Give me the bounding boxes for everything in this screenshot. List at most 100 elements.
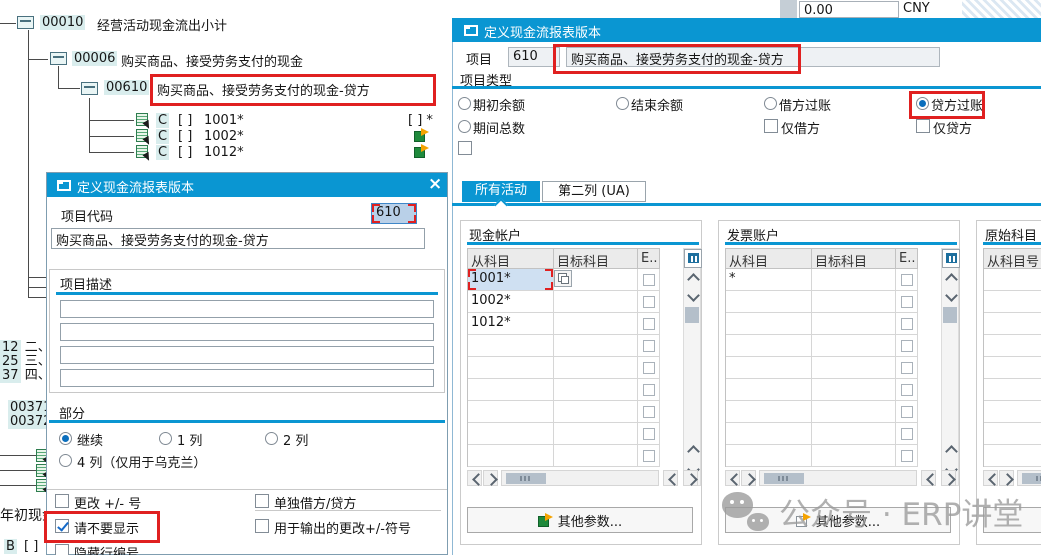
tab-second-column-ua[interactable]: 第二列 (UA): [542, 181, 646, 202]
checkbox-only-debit[interactable]: [764, 119, 778, 133]
table-row[interactable]: [468, 445, 660, 467]
row-checkbox[interactable]: [643, 428, 655, 440]
table-row[interactable]: [984, 379, 1041, 401]
checkbox-do-not-display[interactable]: [55, 519, 69, 533]
radio-label[interactable]: 贷方过账: [931, 95, 983, 114]
table-row[interactable]: [984, 445, 1041, 467]
description-input-2[interactable]: [60, 323, 434, 341]
radio-4-columns[interactable]: [59, 454, 72, 467]
leaf-value[interactable]: 1012*: [204, 145, 244, 160]
radio-credit-posting[interactable]: [916, 97, 929, 110]
column-header[interactable]: E..: [638, 249, 660, 269]
row-checkbox[interactable]: [643, 296, 655, 308]
row-checkbox[interactable]: [643, 318, 655, 330]
description-input-3[interactable]: [60, 346, 434, 364]
panel-titlebar[interactable]: 定义现金流报表版本: [452, 18, 1041, 42]
table-settings-icon[interactable]: [684, 249, 702, 268]
radio-label[interactable]: 期初余额: [473, 95, 525, 114]
row-checkbox[interactable]: [643, 384, 655, 396]
row-checkbox[interactable]: [901, 296, 913, 308]
row-checkbox[interactable]: [643, 406, 655, 418]
vertical-scrollbar[interactable]: [683, 248, 701, 486]
scroll-down-icon[interactable]: [687, 289, 700, 302]
column-header[interactable]: 从科目号: [984, 249, 1041, 269]
item-code-field[interactable]: 610: [508, 47, 560, 67]
checkbox-label[interactable]: 用于输出的更改+/-符号: [274, 518, 411, 537]
description-input-1[interactable]: [60, 300, 434, 318]
checkbox-label[interactable]: 更改 +/- 号: [74, 493, 141, 512]
item-text-field[interactable]: 购买商品、接受劳务支付的现金-贷方: [566, 47, 940, 67]
scrollbar-thumb[interactable]: [685, 307, 699, 323]
checkbox-hide-row-numbers[interactable]: [55, 544, 69, 555]
table-row[interactable]: 1001*: [468, 269, 660, 291]
folder-icon[interactable]: [17, 16, 34, 29]
radio-label[interactable]: 1 列: [177, 430, 202, 449]
table-row[interactable]: [984, 357, 1041, 379]
radio-label[interactable]: 4 列（仅用于乌克兰）: [77, 452, 206, 471]
checkbox-unlabeled[interactable]: [458, 141, 472, 155]
tree-node-label[interactable]: 经营活动现金流出小计: [97, 15, 227, 34]
scroll-right-icon[interactable]: [1001, 473, 1014, 486]
scrollbar-thumb[interactable]: [1022, 473, 1041, 484]
scroll-left-icon[interactable]: [668, 473, 681, 486]
radio-closing-balance[interactable]: [616, 97, 629, 110]
multi-select-button[interactable]: [554, 270, 572, 287]
table-icon[interactable]: [136, 145, 148, 158]
column-header[interactable]: 从科目: [726, 249, 812, 269]
scroll-up-icon[interactable]: [687, 445, 700, 458]
horizontal-scrollbar[interactable]: [983, 470, 1041, 486]
table-settings-icon[interactable]: [942, 249, 960, 268]
column-header[interactable]: E..: [896, 249, 918, 269]
radio-label[interactable]: 2 列: [283, 430, 308, 449]
table-icon[interactable]: [136, 129, 148, 142]
checkbox-change-sign[interactable]: [55, 494, 69, 508]
table-row[interactable]: [726, 379, 918, 401]
row-checkbox[interactable]: [643, 450, 655, 462]
radio-label[interactable]: 继续: [77, 430, 103, 449]
radio-continue[interactable]: [59, 432, 72, 445]
table-row[interactable]: 1002*: [468, 291, 660, 313]
scroll-right-icon[interactable]: [943, 473, 956, 486]
item-code-input[interactable]: 610: [371, 203, 417, 224]
folder-icon[interactable]: [50, 52, 67, 65]
table-row[interactable]: [984, 313, 1041, 335]
dialog-titlebar[interactable]: 定义现金流报表版本 ×: [47, 173, 447, 197]
horizontal-scrollbar[interactable]: [725, 470, 957, 486]
radio-label[interactable]: 结束余额: [631, 95, 683, 114]
column-header[interactable]: 从科目: [468, 249, 554, 269]
description-input-4[interactable]: [60, 369, 434, 387]
table-row[interactable]: [468, 357, 660, 379]
execute-icon[interactable]: [414, 144, 428, 158]
radio-label[interactable]: 借方过账: [779, 95, 831, 114]
table-row[interactable]: [726, 423, 918, 445]
column-header[interactable]: 目标科目: [812, 249, 896, 269]
row-checkbox[interactable]: [901, 428, 913, 440]
table-row[interactable]: [468, 423, 660, 445]
table-row[interactable]: [726, 313, 918, 335]
row-checkbox[interactable]: [901, 318, 913, 330]
table-row[interactable]: [726, 335, 918, 357]
tree-node-label[interactable]: 购买商品、接受劳务支付的现金: [121, 51, 303, 70]
checkbox-label[interactable]: 请不要显示: [74, 518, 139, 537]
radio-2-columns[interactable]: [265, 432, 278, 445]
radio-1-column[interactable]: [159, 432, 172, 445]
vertical-scrollbar[interactable]: [941, 248, 959, 486]
row-checkbox[interactable]: [901, 362, 913, 374]
table-row[interactable]: [726, 291, 918, 313]
table-row[interactable]: [984, 401, 1041, 423]
tree-node-label[interactable]: 购买商品、接受劳务支付的现金-贷方: [157, 80, 370, 99]
scrollbar-thumb[interactable]: [764, 473, 804, 484]
table-row[interactable]: [726, 401, 918, 423]
scroll-down-icon[interactable]: [945, 289, 958, 302]
row-checkbox[interactable]: [643, 274, 655, 286]
execute-icon[interactable]: [414, 128, 428, 142]
leaf-value[interactable]: 1001*: [204, 113, 244, 128]
table-row[interactable]: [726, 357, 918, 379]
scrollbar-thumb[interactable]: [506, 473, 546, 484]
table-icon[interactable]: [136, 113, 148, 126]
scroll-up-icon[interactable]: [945, 273, 958, 286]
row-checkbox[interactable]: [901, 450, 913, 462]
row-checkbox[interactable]: [901, 274, 913, 286]
row-checkbox[interactable]: [643, 362, 655, 374]
radio-period-total[interactable]: [458, 120, 471, 133]
